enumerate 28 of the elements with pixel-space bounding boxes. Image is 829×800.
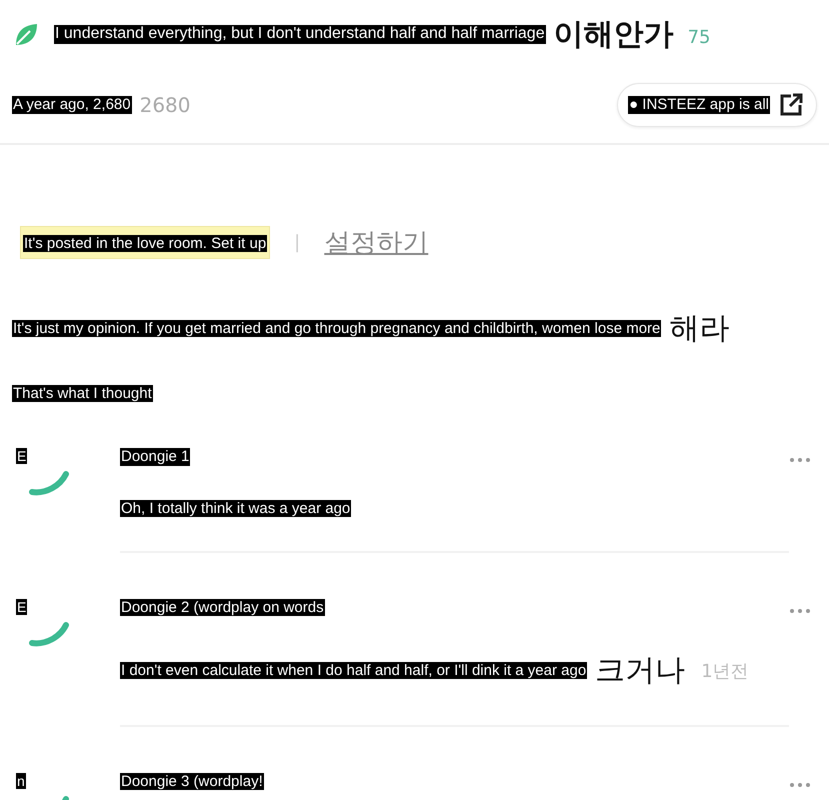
post-text: It's just my opinion. If you get married and go through pregnancy and childbirth, women lose more xyxy=(12,320,662,338)
external-link-icon xyxy=(778,92,804,118)
more-icon[interactable] xyxy=(789,782,811,788)
post-meta: A year ago, 2,680 xyxy=(12,96,132,114)
app-button[interactable]: ● INSTEEZ app is all xyxy=(617,83,817,127)
post-text-end: 해라 xyxy=(669,310,730,348)
avatar-icon xyxy=(28,620,72,647)
post-text: That's what I thought xyxy=(12,385,153,402)
post-title: I understand everything, but I don't understand half and half marriage xyxy=(54,25,546,44)
commenter-name: Doongie 3 (wordplay! xyxy=(120,773,264,790)
comment-time: 1년전 xyxy=(701,660,749,682)
comment-text: Oh, I totally think it was a year ago xyxy=(120,500,352,517)
avatar-label: E xyxy=(16,598,28,615)
post-title-end: 이해안가 xyxy=(554,16,674,54)
notice-text: It's posted in the love room. Set it up xyxy=(23,234,268,252)
avatar-icon xyxy=(28,470,72,496)
view-count: 2680 xyxy=(140,93,190,117)
comment-count: 75 xyxy=(688,27,710,48)
comment-text-end: 크거나 xyxy=(595,652,686,690)
more-icon[interactable] xyxy=(789,457,811,464)
commenter-name: Doongie 1 xyxy=(120,448,190,466)
commenter-name: Doongie 2 (wordplay on words xyxy=(120,598,325,616)
separator: | xyxy=(294,232,300,253)
settings-link[interactable]: 설정하기 xyxy=(324,225,428,260)
avatar-label: E xyxy=(16,448,28,464)
avatar-label: n xyxy=(16,773,26,790)
comment-text: I don't even calculate it when I do half and half, or I'll dink it a year ago xyxy=(120,662,588,680)
more-icon[interactable] xyxy=(789,608,811,614)
